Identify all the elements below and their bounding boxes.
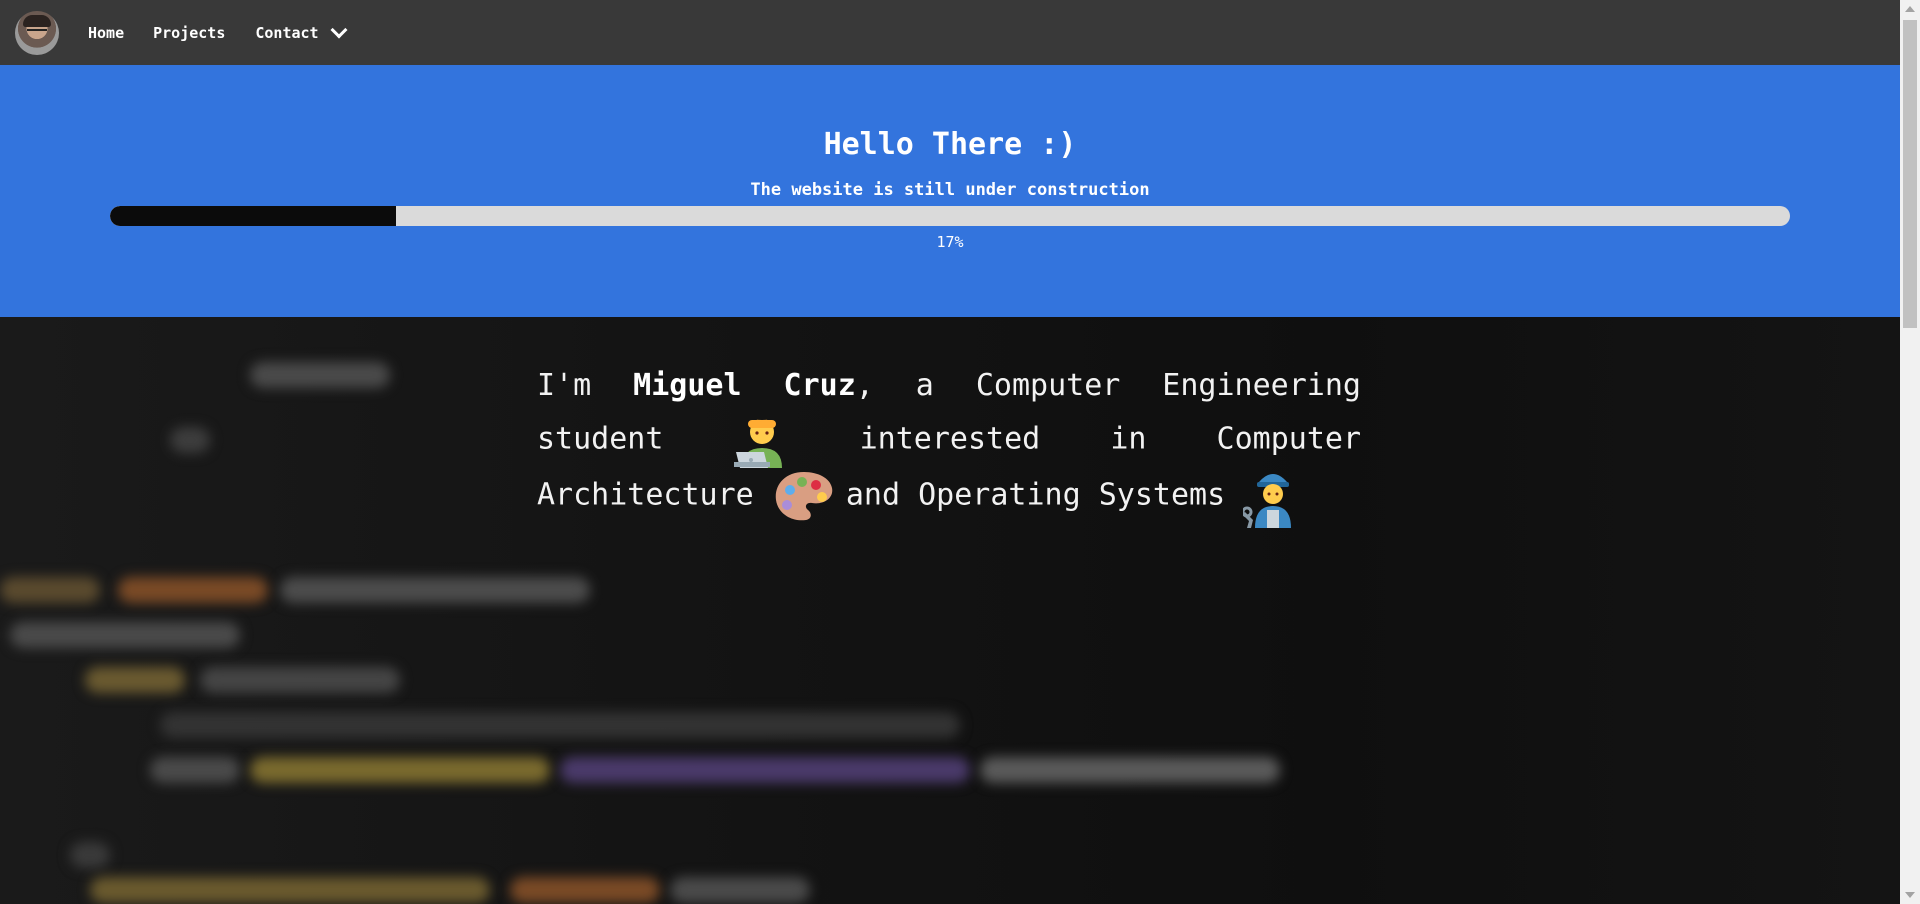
progress-fill: [110, 206, 396, 226]
code-blur-line: [85, 667, 185, 693]
artist-palette-emoji-icon: [772, 468, 833, 524]
nav-contact-dropdown[interactable]: Contact: [255, 21, 348, 42]
code-blur-line: [200, 667, 400, 693]
progress-bar: [110, 206, 1790, 226]
hero-banner: Hello There :) The website is still unde…: [0, 65, 1900, 317]
code-blur-line: [150, 757, 240, 783]
code-blur-line: [980, 757, 1280, 783]
mechanic-emoji-icon: [1241, 468, 1299, 528]
code-blur-line: [118, 577, 268, 603]
intro-part1: I'm: [537, 368, 592, 403]
intro-text: I'm Miguel Cruz, a Computer Engineering …: [537, 360, 1361, 528]
intro-part5: Operating Systems: [918, 477, 1226, 513]
code-blur-line: [170, 427, 210, 453]
code-blur-line: [90, 877, 490, 903]
nav-home-link[interactable]: Home: [88, 24, 124, 42]
nav-contact-label: Contact: [255, 23, 319, 42]
code-blur-line: [510, 877, 660, 903]
code-blur-line: [160, 712, 960, 738]
progress-percentage: 17%: [936, 233, 964, 251]
hero-subtitle: The website is still under construction: [750, 180, 1150, 200]
code-blur-line: [0, 577, 100, 603]
avatar-glasses: [27, 28, 47, 36]
scroll-down-arrow-icon[interactable]: [1905, 892, 1915, 898]
nav-projects-link[interactable]: Projects: [153, 24, 225, 42]
code-blur-line: [250, 362, 390, 388]
code-blur-line: [250, 757, 550, 783]
avatar-hair: [23, 14, 51, 27]
scroll-up-arrow-icon[interactable]: [1905, 6, 1915, 12]
code-blur-line: [670, 877, 810, 903]
code-blur-line: [10, 622, 240, 648]
page: Home Projects Contact Hello There :) The…: [0, 0, 1920, 904]
navbar: Home Projects Contact: [0, 0, 1900, 65]
intro-name: Miguel Cruz: [633, 368, 856, 403]
chevron-down-icon: [330, 21, 348, 38]
hero-title: Hello There :): [823, 127, 1077, 162]
code-blur-line: [70, 842, 110, 868]
vertical-scrollbar[interactable]: [1900, 0, 1920, 904]
technologist-emoji-icon: [733, 412, 790, 468]
intro-part4: and: [845, 477, 901, 513]
scrollbar-thumb[interactable]: [1903, 20, 1917, 328]
code-blur-line: [280, 577, 590, 603]
avatar[interactable]: [15, 10, 59, 55]
code-blur-line: [560, 757, 970, 783]
